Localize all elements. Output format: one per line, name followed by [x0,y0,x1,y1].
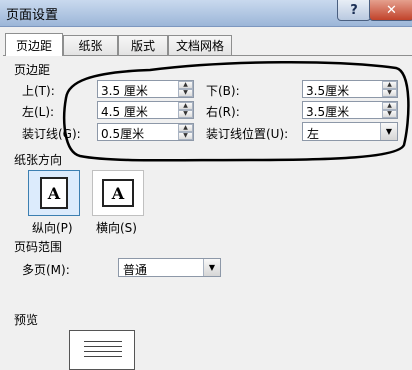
preview-text-line [84,351,122,352]
orientation-section-title: 纸张方向 [14,153,63,167]
portrait-option[interactable]: A [28,170,80,216]
landscape-option[interactable]: A [92,170,144,216]
preview-section-title: 预览 [14,313,39,327]
annotation-stroke [63,61,410,162]
preview-text-line [84,346,122,347]
preview-text-line [84,356,122,357]
multiple-pages-label: 多页(M): [22,263,70,277]
tab-margins[interactable]: 页边距 [5,33,63,56]
portrait-page-icon: A [40,177,68,209]
portrait-label[interactable]: 纵向(P) [32,219,73,236]
page-range-section-title: 页码范围 [14,240,63,254]
preview-page [69,330,135,370]
multiple-pages-select[interactable]: 普通 ▼ [118,258,221,277]
multiple-pages-value: 普通 [123,263,148,277]
preview-text-line [84,341,122,342]
landscape-label[interactable]: 横向(S) [96,219,137,236]
landscape-page-icon: A [102,179,134,207]
dropdown-arrow-icon[interactable]: ▼ [203,259,220,276]
